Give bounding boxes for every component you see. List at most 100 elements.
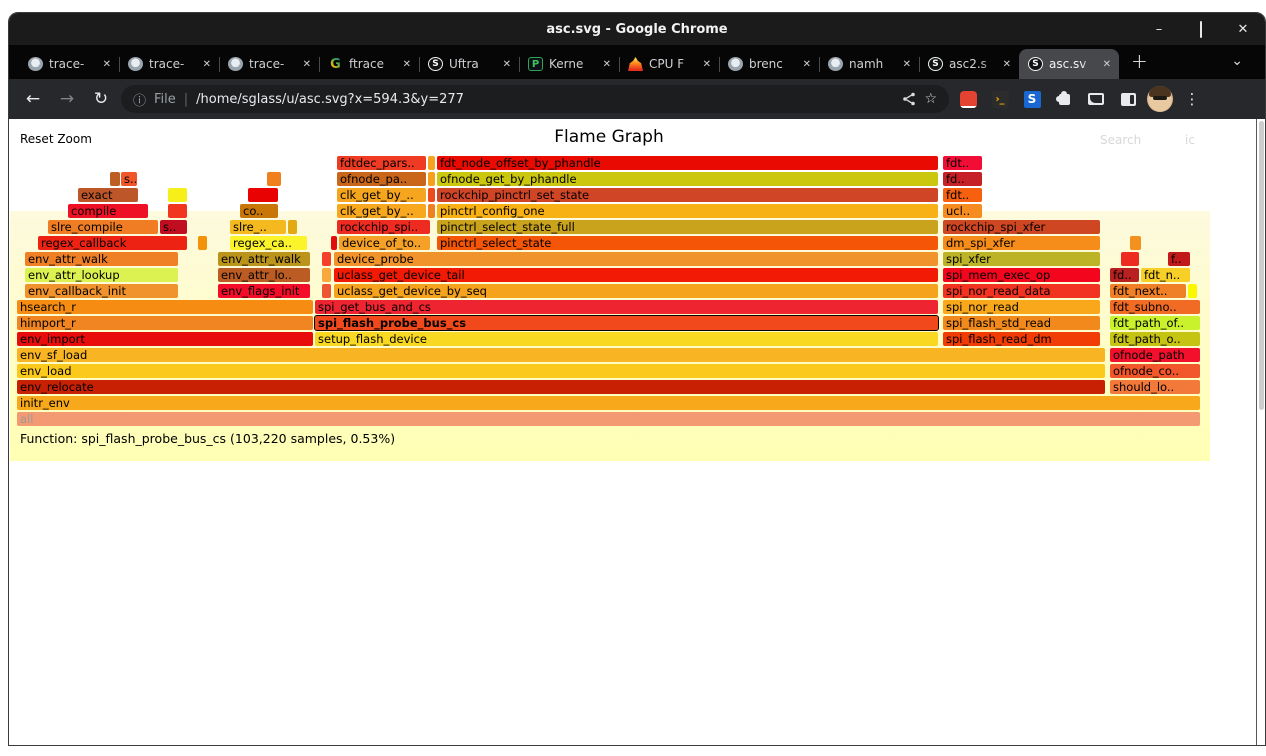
tab-close-icon[interactable]: ✕: [301, 59, 313, 70]
flame-frame[interactable]: [322, 284, 331, 298]
search-button[interactable]: Search: [1100, 133, 1141, 147]
tab-close-icon[interactable]: ✕: [1001, 59, 1013, 70]
flame-frame-env-sf-load[interactable]: env_sf_load: [17, 348, 1105, 362]
flame-frame-rockchip-spi-xfer[interactable]: rockchip_spi_xfer: [943, 220, 1100, 234]
flame-frame[interactable]: [168, 204, 187, 218]
tab-close-icon[interactable]: ✕: [101, 59, 113, 70]
flame-frame[interactable]: [322, 252, 331, 266]
vertical-scrollbar[interactable]: [1256, 119, 1265, 746]
flame-frame-spi-flash-probe-bus-cs[interactable]: spi_flash_probe_bus_cs: [315, 316, 938, 330]
flame-frame[interactable]: [428, 188, 435, 202]
flame-frame-ofnode-get-by-phandle[interactable]: ofnode_get_by_phandle: [437, 172, 938, 186]
flame-frame[interactable]: [1188, 284, 1197, 298]
flame-frame-env-attr-lo-[interactable]: env_attr_lo..: [218, 268, 310, 282]
flame-frame-pinctrl-select-state-full[interactable]: pinctrl_select_state_full: [437, 220, 938, 234]
todoist-extension-icon[interactable]: [955, 86, 981, 112]
tab-close-icon[interactable]: ✕: [501, 59, 513, 70]
blue-s-extension-icon[interactable]: S: [1019, 86, 1045, 112]
tab-brenc[interactable]: brenc✕: [719, 49, 819, 79]
flame-frame[interactable]: [248, 188, 278, 202]
flame-frame-rockchip-pinctrl-set-state[interactable]: rockchip_pinctrl_set_state: [437, 188, 938, 202]
tab-trace-[interactable]: trace-✕: [19, 49, 119, 79]
close-button[interactable]: ✕: [1235, 22, 1251, 37]
browser-menu-button[interactable]: ⋮: [1179, 86, 1205, 112]
flame-frame-fdt-subno-[interactable]: fdt_subno..: [1110, 300, 1200, 314]
flame-frame-env-load[interactable]: env_load: [17, 364, 1105, 378]
window-titlebar[interactable]: asc.svg - Google Chrome – ✕: [9, 13, 1265, 45]
flame-frame-spi-xfer[interactable]: spi_xfer: [943, 252, 1100, 266]
flame-frame-spi-nor-read-data[interactable]: spi_nor_read_data: [943, 284, 1100, 298]
tab-asc2-s[interactable]: Sasc2.s✕: [919, 49, 1019, 79]
maximize-button[interactable]: [1193, 22, 1209, 37]
flame-frame-env-callback-init[interactable]: env_callback_init: [25, 284, 178, 298]
tab-uftra[interactable]: SUftra✕: [419, 49, 519, 79]
flame-frame-himport-r[interactable]: himport_r: [17, 316, 313, 330]
flame-frame-all[interactable]: all: [17, 412, 1200, 426]
flame-frame-initr-env[interactable]: initr_env: [17, 396, 1200, 410]
flame-frame-ofnode-pa-[interactable]: ofnode_pa..: [337, 172, 426, 186]
tab-close-icon[interactable]: ✕: [901, 59, 913, 70]
side-panel-button[interactable]: [1115, 86, 1141, 112]
flame-frame[interactable]: [1130, 236, 1141, 250]
flame-frame-spi-flash-std-read[interactable]: spi_flash_std_read: [943, 316, 1100, 330]
tab-close-icon[interactable]: ✕: [201, 59, 213, 70]
flame-frame-spi-nor-read[interactable]: spi_nor_read: [943, 300, 1100, 314]
flame-frame-env-import[interactable]: env_import: [17, 332, 313, 346]
flame-frame-spi-mem-exec-op[interactable]: spi_mem_exec_op: [943, 268, 1100, 282]
tab-trace-[interactable]: trace-✕: [219, 49, 319, 79]
flame-frame[interactable]: [428, 156, 435, 170]
flame-frame-clk-get-by-[interactable]: clk_get_by_..: [337, 204, 426, 218]
flame-frame-clk-get-by-[interactable]: clk_get_by_..: [337, 188, 426, 202]
flame-frame-fdt-path-o-[interactable]: fdt_path_o..: [1110, 332, 1200, 346]
bookmark-star-icon[interactable]: ☆: [924, 91, 937, 107]
flame-frame-ucl-[interactable]: ucl..: [943, 204, 982, 218]
address-bar[interactable]: ⓘ File | /home/sglass/u/asc.svg?x=594.3&…: [121, 85, 949, 113]
flame-frame-fdt-[interactable]: fdt..: [943, 188, 982, 202]
flame-frame-uclass-get-device-by-seq[interactable]: uclass_get_device_by_seq: [334, 284, 938, 298]
tab-close-icon[interactable]: ✕: [801, 59, 813, 70]
flame-frame-env-attr-walk[interactable]: env_attr_walk: [25, 252, 178, 266]
tab-overflow-chevron-icon[interactable]: ⌄: [1231, 53, 1243, 69]
flame-frame-fdt-node-offset-by-phandle[interactable]: fdt_node_offset_by_phandle: [437, 156, 938, 170]
flame-frame[interactable]: [267, 172, 281, 186]
url-text[interactable]: /home/sglass/u/asc.svg?x=594.3&y=277: [196, 92, 894, 107]
flame-frame[interactable]: [110, 172, 120, 186]
flame-frame[interactable]: [168, 188, 187, 202]
flame-frame-fd-[interactable]: fd..: [1110, 268, 1139, 282]
flame-frame-dm-spi-xfer[interactable]: dm_spi_xfer: [943, 236, 1100, 250]
flame-frame[interactable]: [288, 220, 297, 234]
back-button[interactable]: ←: [19, 85, 47, 113]
flame-frame-uclass-get-device-tail[interactable]: uclass_get_device_tail: [334, 268, 938, 282]
flame-frame-fdt-n-[interactable]: fdt_n..: [1141, 268, 1190, 282]
flame-frame-compile[interactable]: compile: [68, 204, 148, 218]
flame-frame[interactable]: [428, 172, 435, 186]
flame-frame-s-[interactable]: s..: [160, 220, 187, 234]
terminal-extension-icon[interactable]: ›_: [987, 86, 1013, 112]
flame-frame-pinctrl-config-one[interactable]: pinctrl_config_one: [437, 204, 938, 218]
tab-asc-sv[interactable]: Sasc.sv✕: [1019, 49, 1119, 79]
profile-avatar[interactable]: [1147, 86, 1173, 112]
flame-frame[interactable]: [1121, 252, 1139, 266]
flame-frame-s-[interactable]: s..: [121, 172, 137, 186]
tab-close-icon[interactable]: ✕: [1101, 59, 1113, 70]
flame-frame-env-flags-init[interactable]: env_flags_init: [218, 284, 310, 298]
flame-frame-slre-compile[interactable]: slre_compile: [48, 220, 158, 234]
flame-frame[interactable]: [331, 236, 337, 250]
new-tab-button[interactable]: +: [1131, 49, 1148, 75]
flame-frame-fd-[interactable]: fd..: [943, 172, 982, 186]
flame-frame-spi-get-bus-and-cs[interactable]: spi_get_bus_and_cs: [315, 300, 938, 314]
cast-button[interactable]: [1083, 86, 1109, 112]
forward-button[interactable]: →: [53, 85, 81, 113]
extensions-button[interactable]: [1051, 86, 1077, 112]
flame-frame-env-relocate[interactable]: env_relocate: [17, 380, 1105, 394]
reload-button[interactable]: ↻: [87, 85, 115, 113]
tab-trace-[interactable]: trace-✕: [119, 49, 219, 79]
scrollbar-thumb[interactable]: [1259, 121, 1264, 410]
flame-frame-device-probe[interactable]: device_probe: [334, 252, 938, 266]
flame-frame-ofnode-co-[interactable]: ofnode_co..: [1110, 364, 1200, 378]
flame-frame-slre-[interactable]: slre_..: [230, 220, 286, 234]
flame-frame-f-[interactable]: f..: [1168, 252, 1190, 266]
flame-frame-co-[interactable]: co..: [240, 204, 278, 218]
minimize-button[interactable]: –: [1151, 22, 1167, 37]
flame-frame-pinctrl-select-state[interactable]: pinctrl_select_state: [437, 236, 938, 250]
